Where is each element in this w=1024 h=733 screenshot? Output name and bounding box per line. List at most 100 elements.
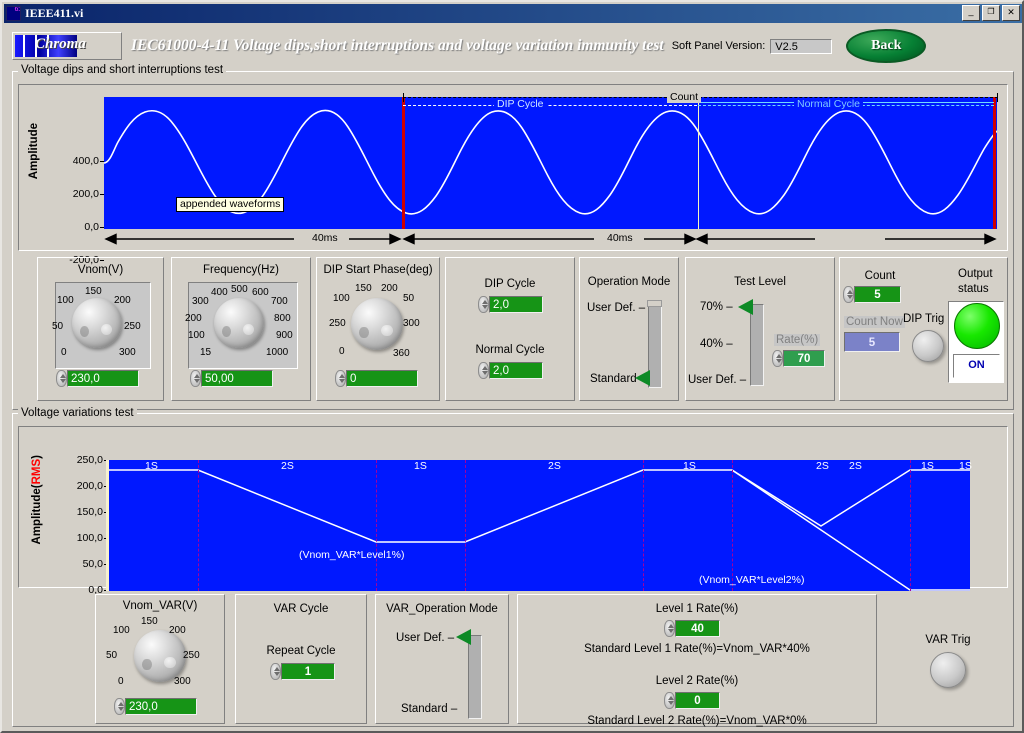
y-tick: 0,0 xyxy=(84,221,99,233)
knob-tick: 100 xyxy=(57,295,74,306)
dip-end-cursor[interactable] xyxy=(698,97,699,229)
dip-start-phase-numeric[interactable]: 0 xyxy=(335,370,418,387)
dip-start-cursor[interactable] xyxy=(402,97,405,229)
maximize-button[interactable]: ❐ xyxy=(982,5,1000,21)
test-level-slider-track[interactable] xyxy=(750,304,764,386)
dips-span-right-label: 40ms xyxy=(607,232,633,244)
vnom-value[interactable]: 230,0 xyxy=(67,370,139,387)
count-spinner[interactable] xyxy=(843,286,854,303)
frequency-control-panel: Frequency(Hz) 300 400 500 600 700 200 80… xyxy=(171,257,311,401)
variations-plot-area[interactable]: 1S 2S 1S 2S 1S 2S 1S (Vnom_VAR*Level1%) … xyxy=(109,460,970,591)
vnom-var-value[interactable]: 230,0 xyxy=(125,698,197,715)
knob-tick: 50 xyxy=(403,293,415,304)
dip-trig-button[interactable] xyxy=(912,330,944,362)
operation-mode-panel: Operation Mode User Def. – Standard – xyxy=(579,257,679,401)
minimize-button[interactable]: _ xyxy=(962,5,980,21)
dip-start-phase-knob[interactable] xyxy=(351,298,403,350)
dips-section: Voltage dips and short interruptions tes… xyxy=(12,64,1014,410)
operation-mode-slider-cap xyxy=(647,300,662,307)
cycles-panel: DIP Cycle 2,0 Normal Cycle 2,0 xyxy=(445,257,575,401)
var-operation-mode-user-def-label: User Def. – xyxy=(396,632,455,644)
dip-cycle-value[interactable]: 2,0 xyxy=(489,296,543,313)
var-operation-mode-slider-track[interactable] xyxy=(468,635,482,719)
frequency-numeric[interactable]: 50,00 xyxy=(190,370,273,387)
window-titlebar: 615.6 IEEE411.vi _ ❐ ✕ xyxy=(4,4,1022,23)
segment-divider xyxy=(465,460,466,591)
frequency-spinner[interactable] xyxy=(190,370,201,387)
var-trig-button[interactable] xyxy=(930,652,966,688)
dip-start-phase-spinner[interactable] xyxy=(335,370,346,387)
knob-tick: 200 xyxy=(114,295,131,306)
output-status-led xyxy=(954,303,1000,349)
test-level-userdef-label: User Def. – xyxy=(688,374,747,386)
y-tick: 50,0 xyxy=(82,558,103,570)
variations-chart-frame: Amplitude(RMS) 250,0 200,0 150,0 100,0 5… xyxy=(18,426,1008,596)
variations-y-axis-title-c: ) xyxy=(31,455,43,459)
test-level-title: Test Level xyxy=(734,276,786,288)
count-title: Count xyxy=(864,270,896,282)
y-tick: 400,0 xyxy=(72,155,99,167)
count-value[interactable]: 5 xyxy=(854,286,901,303)
version-value: V2.5 xyxy=(770,38,833,54)
dip-start-phase-title: DIP Start Phase(deg) xyxy=(323,264,433,276)
segment-divider xyxy=(376,460,377,591)
knob-tick: 0 xyxy=(61,347,67,358)
variations-waveform-path-2 xyxy=(731,469,970,527)
dips-plot-area[interactable]: DIP Cycle Normal Cycle appended waveform… xyxy=(104,97,997,229)
operation-mode-slider-track[interactable] xyxy=(648,302,662,388)
level1-rate-title: Level 1 Rate(%) xyxy=(655,603,739,615)
dip-start-phase-value[interactable]: 0 xyxy=(346,370,418,387)
count-numeric[interactable]: 5 xyxy=(843,286,901,303)
count-now-title: Count Now xyxy=(844,316,905,328)
knob-tick: 50 xyxy=(52,321,64,332)
level1-rate-spinner[interactable] xyxy=(664,620,675,637)
level2-rate-spinner[interactable] xyxy=(664,692,675,709)
dip-start-phase-panel: DIP Start Phase(deg) 100 150 200 250 50 … xyxy=(316,257,440,401)
vnom-title: Vnom(V) xyxy=(77,264,124,276)
vnom-numeric[interactable]: 230,0 xyxy=(56,370,139,387)
normal-cycle-spinner[interactable] xyxy=(478,362,489,379)
level2-rate-value[interactable]: 0 xyxy=(675,692,720,709)
repeat-cycle-value[interactable]: 1 xyxy=(281,663,335,680)
vnom-var-numeric[interactable]: 230,0 xyxy=(114,698,197,715)
dip-cycle-spinner[interactable] xyxy=(478,296,489,313)
vnom-spinner[interactable] xyxy=(56,370,67,387)
rate-numeric[interactable]: 70 xyxy=(772,350,825,367)
var-operation-mode-slider-pointer[interactable] xyxy=(456,629,471,645)
test-level-slider-pointer[interactable] xyxy=(738,299,753,315)
operation-mode-slider-pointer[interactable] xyxy=(635,370,650,386)
segment-label: 2S xyxy=(816,460,829,472)
knob-tick: 500 xyxy=(231,284,248,295)
vnom-var-spinner[interactable] xyxy=(114,698,125,715)
rate-spinner[interactable] xyxy=(772,350,783,367)
frequency-knob[interactable] xyxy=(214,298,264,348)
knob-tick: 700 xyxy=(271,296,288,307)
knob-tick: 200 xyxy=(381,283,398,294)
close-button[interactable]: ✕ xyxy=(1002,5,1020,21)
repeat-cycle-spinner[interactable] xyxy=(270,663,281,680)
repeat-cycle-label: Repeat Cycle xyxy=(266,645,336,657)
frequency-title: Frequency(Hz) xyxy=(202,264,280,276)
vnom-var-knob[interactable] xyxy=(134,630,186,682)
knob-tick: 300 xyxy=(403,318,420,329)
frequency-value[interactable]: 50,00 xyxy=(201,370,273,387)
level1-rate-numeric[interactable]: 40 xyxy=(664,620,720,637)
rate-value[interactable]: 70 xyxy=(783,350,825,367)
count-marker-right-tick xyxy=(997,93,998,102)
var-trig-group: VAR Trig xyxy=(893,594,1003,722)
normal-cycle-numeric[interactable]: 2,0 xyxy=(478,362,543,379)
knob-tick: 200 xyxy=(185,313,202,324)
operation-mode-title: Operation Mode xyxy=(587,276,671,288)
output-status-value: ON xyxy=(953,354,1000,378)
var-cycle-title: VAR Cycle xyxy=(273,603,329,615)
repeat-cycle-numeric[interactable]: 1 xyxy=(270,663,335,680)
dip-cycle-numeric[interactable]: 2,0 xyxy=(478,296,543,313)
level2-rate-numeric[interactable]: 0 xyxy=(664,692,720,709)
back-button[interactable]: Back xyxy=(846,29,927,63)
end-cursor[interactable] xyxy=(993,97,996,229)
normal-cycle-value[interactable]: 2,0 xyxy=(489,362,543,379)
segment-divider xyxy=(198,460,199,591)
segment-divider xyxy=(643,460,644,591)
level1-rate-value[interactable]: 40 xyxy=(675,620,720,637)
var-trig-title: VAR Trig xyxy=(925,634,971,646)
